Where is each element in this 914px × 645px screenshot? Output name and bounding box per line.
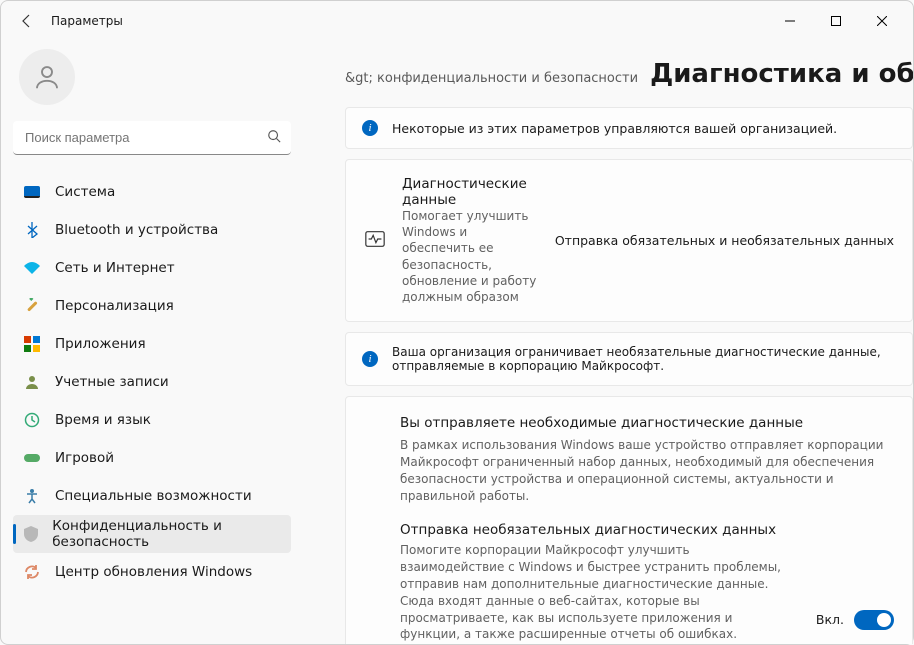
avatar[interactable] xyxy=(19,49,75,105)
banner-text: Ваша организация ограничивает необязател… xyxy=(392,345,896,373)
main-content: &gt; конфиденциальности и безопасности Д… xyxy=(303,41,913,644)
required-data-title: Вы отправляете необходимые диагностическ… xyxy=(400,415,888,431)
back-button[interactable] xyxy=(9,3,45,39)
sidebar-item-label: Система xyxy=(55,184,115,200)
apps-icon xyxy=(23,335,41,353)
close-button[interactable] xyxy=(859,5,905,37)
sidebar-item-time-language[interactable]: Время и язык xyxy=(13,401,291,439)
sidebar-item-windows-update[interactable]: Центр обновления Windows xyxy=(13,553,291,591)
sidebar-item-privacy[interactable]: Конфиденциальность и безопасность xyxy=(13,515,291,553)
sidebar-item-label: Сеть и Интернет xyxy=(55,260,175,276)
search-icon xyxy=(267,129,281,147)
sidebar-item-label: Специальные возможности xyxy=(55,488,252,504)
setting-value: Отправка обязательных и необязательных д… xyxy=(555,233,894,248)
sidebar-item-gaming[interactable]: Игровой xyxy=(13,439,291,477)
maximize-button[interactable] xyxy=(813,5,859,37)
activity-icon xyxy=(364,228,386,254)
arrow-left-icon xyxy=(19,13,35,29)
page-title: Диагностика и обратная связь xyxy=(650,59,913,89)
optional-data-toggle[interactable] xyxy=(854,610,894,630)
accounts-icon xyxy=(23,373,41,391)
org-restricted-banner: i Ваша организация ограничивает необязат… xyxy=(345,332,913,386)
personalization-icon xyxy=(23,297,41,315)
sidebar-item-label: Приложения xyxy=(55,336,146,352)
bluetooth-icon xyxy=(23,221,41,239)
update-icon xyxy=(23,563,41,581)
sidebar-item-network[interactable]: Сеть и Интернет xyxy=(13,249,291,287)
sidebar-item-label: Учетные записи xyxy=(55,374,169,390)
setting-title: Диагностические данные xyxy=(402,176,539,208)
gaming-icon xyxy=(23,449,41,467)
sidebar-item-label: Персонализация xyxy=(55,298,174,314)
sidebar-item-label: Конфиденциальность и безопасность xyxy=(52,518,281,550)
maximize-icon xyxy=(831,16,841,26)
diagnostic-data-card: Диагностические данные Помогает улучшить… xyxy=(345,159,913,322)
sidebar-item-apps[interactable]: Приложения xyxy=(13,325,291,363)
sidebar-item-system[interactable]: Система xyxy=(13,173,291,211)
system-icon xyxy=(23,183,41,201)
time-icon xyxy=(23,411,41,429)
network-icon xyxy=(23,259,41,277)
sidebar-item-accounts[interactable]: Учетные записи xyxy=(13,363,291,401)
info-icon: i xyxy=(362,120,378,136)
minimize-button[interactable] xyxy=(767,5,813,37)
sidebar-item-accessibility[interactable]: Специальные возможности xyxy=(13,477,291,515)
person-icon xyxy=(32,62,62,92)
search-box[interactable] xyxy=(13,121,291,155)
shield-icon xyxy=(23,525,38,543)
minimize-icon xyxy=(785,16,795,26)
sidebar-item-label: Игровой xyxy=(55,450,114,466)
sidebar: Система Bluetooth и устройства Сеть и Ин… xyxy=(1,41,303,644)
setting-desc: Помогает улучшить Windows и обеспечить е… xyxy=(402,208,539,305)
diagnostic-details-card: Вы отправляете необходимые диагностическ… xyxy=(345,396,913,644)
sidebar-item-label: Центр обновления Windows xyxy=(55,564,252,580)
sidebar-item-bluetooth[interactable]: Bluetooth и устройства xyxy=(13,211,291,249)
search-input[interactable] xyxy=(13,121,291,155)
info-icon: i xyxy=(362,351,378,367)
accessibility-icon xyxy=(23,487,41,505)
toggle-label: Вкл. xyxy=(816,612,844,627)
breadcrumb[interactable]: &gt; конфиденциальности и безопасности xyxy=(345,71,638,86)
window-title: Параметры xyxy=(51,14,123,28)
required-data-desc: В рамках использования Windows ваше устр… xyxy=(400,437,888,504)
diagnostic-data-header[interactable]: Диагностические данные Помогает улучшить… xyxy=(364,176,894,305)
sidebar-item-label: Bluetooth и устройства xyxy=(55,222,218,238)
banner-text: Некоторые из этих параметров управляются… xyxy=(392,121,837,136)
optional-data-desc1: Помогите корпорации Майкрософт улучшить … xyxy=(400,542,792,643)
sidebar-item-personalization[interactable]: Персонализация xyxy=(13,287,291,325)
close-icon xyxy=(877,16,887,26)
sidebar-item-label: Время и язык xyxy=(55,412,151,428)
optional-data-title: Отправка необязательных диагностических … xyxy=(400,522,792,538)
org-managed-banner: i Некоторые из этих параметров управляют… xyxy=(345,107,913,149)
